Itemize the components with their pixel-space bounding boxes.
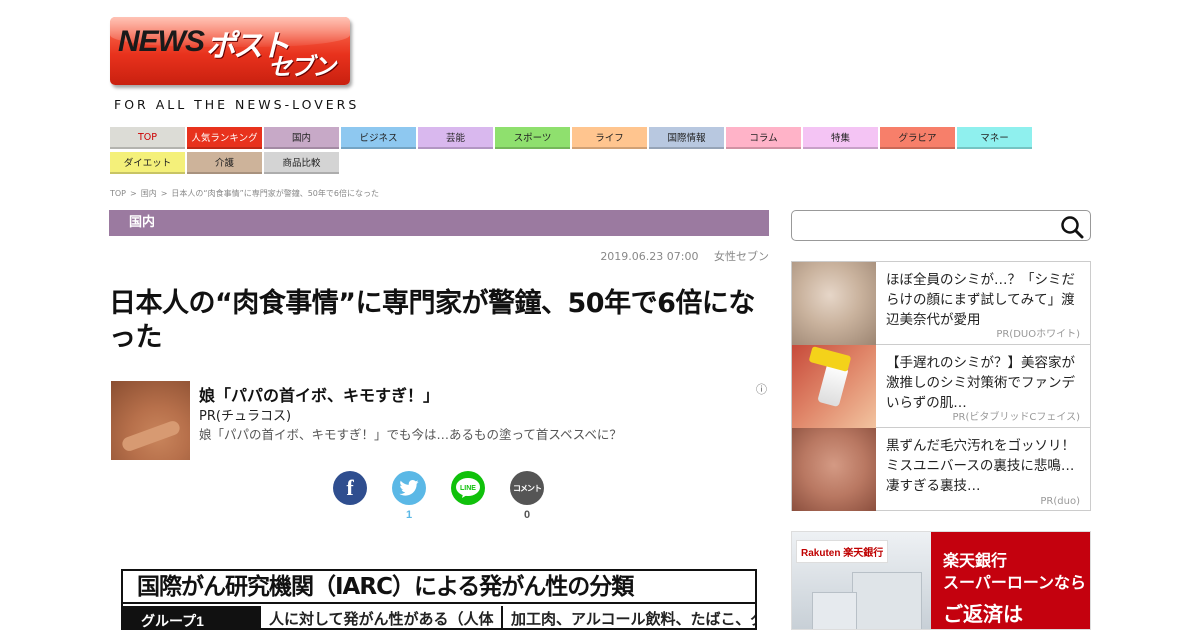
sidebar-ads: ほぼ全員のシミが…？「シミだらけの顔にまず試してみて」渡辺美奈代が愛用 PR(D… [791, 261, 1091, 511]
nav-item[interactable]: ビジネス [341, 127, 416, 149]
comment-count: 0 [523, 509, 531, 521]
article-source[interactable]: 女性セブン [714, 250, 769, 263]
sponsored-ad[interactable]: 娘「パパの首イボ、キモすぎ！」 PR(チュラコス) 娘「パパの首イボ、キモすぎ！… [111, 381, 771, 461]
ad-thumbnail[interactable] [792, 428, 876, 511]
nav-item[interactable]: 国際情報 [649, 127, 724, 149]
article-meta: 2019.06.23 07:00 女性セブン [600, 248, 769, 264]
nav-item[interactable]: 介護 [187, 152, 262, 174]
rakuten-bank-logo: Rakuten 楽天銀行 [796, 540, 889, 563]
nav-item[interactable]: 商品比較 [264, 152, 339, 174]
ad-text[interactable]: 【手遅れのシミが？】美容家が激推しのシミ対策術でファンデいらずの肌… [886, 353, 1086, 413]
line-icon-text: LINE [460, 485, 476, 492]
ad-info-icon[interactable]: ⓘ [756, 381, 767, 397]
figure-heading: 国際がん研究機関（IARC）による発がん性の分類 [123, 571, 755, 604]
share-twitter[interactable]: 1 [391, 471, 427, 521]
article-title: 日本人の“肉食事情”に専門家が警鐘、50年で6倍になった [109, 288, 755, 353]
figure-description-cell: 人に対して発がん性がある（人体 [263, 606, 503, 628]
atm-graphic [852, 572, 922, 629]
ad-sponsor: PR(ビタブリッドCフェイス) [952, 412, 1080, 423]
share-line[interactable]: LINE [450, 471, 486, 509]
nav-item[interactable]: コラム [726, 127, 801, 149]
logo-news-text: NEWS [118, 25, 205, 58]
share-facebook[interactable]: f [332, 471, 368, 509]
twitter-icon[interactable] [392, 471, 426, 505]
breadcrumb-separator: > [160, 189, 168, 198]
banner-line-1: 楽天銀行 [943, 551, 1008, 570]
site-logo[interactable]: NEWS ポスト セブン [110, 17, 350, 85]
share-comment[interactable]: コメント 0 [509, 471, 545, 521]
article-figure: 国際がん研究機関（IARC）による発がん性の分類 グループ1 人に対して発がん性… [121, 569, 757, 630]
figure-row: グループ1 人に対して発がん性がある（人体 加工肉、アルコール飲料、たばこ、ダ [123, 606, 757, 628]
nav-item[interactable]: 人気ランキング [187, 127, 262, 149]
ad-sponsor: PR(duo) [1040, 496, 1080, 507]
comment-icon[interactable]: コメント [510, 471, 544, 505]
breadcrumb-item[interactable]: TOP [110, 189, 126, 198]
share-count: 1 [405, 509, 413, 521]
search-icon[interactable] [1060, 215, 1084, 239]
ad-sponsor: PR(チュラコス) [199, 409, 292, 424]
ad-image[interactable] [111, 381, 190, 460]
nav-item[interactable]: スポーツ [495, 127, 570, 149]
sidebar-ad-item[interactable]: 黒ずんだ毛穴汚れをゴッソリ！ミスユニバースの裏技に悲鳴…凄すぎる裏技… PR(d… [792, 428, 1090, 511]
nav-item[interactable]: TOP [110, 127, 185, 149]
banner-line-2: スーパーローンなら [943, 573, 1087, 592]
banner-image: Rakuten 楽天銀行 [792, 532, 931, 629]
line-icon[interactable]: LINE [451, 471, 485, 505]
ad-thumbnail[interactable] [792, 345, 876, 428]
figure-group-cell: グループ1 [123, 606, 261, 628]
sidebar-ad-item[interactable]: 【手遅れのシミが？】美容家が激推しのシミ対策術でファンデいらずの肌… PR(ビタ… [792, 345, 1090, 428]
site-tagline: FOR ALL THE NEWS-LOVERS [114, 97, 360, 112]
article-date: 2019.06.23 07:00 [600, 250, 699, 263]
banner-line-3: ご返済は [943, 602, 1023, 626]
breadcrumb-item: 日本人の“肉食事情”に専門家が警鐘、50年で6倍になった [171, 189, 379, 198]
search-box [791, 210, 1091, 241]
category-nav: TOP 人気ランキング 国内 ビジネス 芸能 スポーツ ライフ 国際情報 コラム 特集 グラビア マネ… [110, 127, 1040, 174]
rakuten-logo-jp: 楽天銀行 [843, 548, 884, 559]
nav-item[interactable]: ダイエット [110, 152, 185, 174]
search-input[interactable] [798, 215, 1048, 237]
banner-copy: 楽天銀行 スーパーローンなら ご返済は [931, 532, 1090, 629]
nav-item[interactable]: ライフ [572, 127, 647, 149]
nav-item[interactable]: 特集 [803, 127, 878, 149]
atm-graphic [812, 592, 857, 629]
nav-item[interactable]: 国内 [264, 127, 339, 149]
ad-description[interactable]: 娘「パパの首イボ、キモすぎ！」でも今は…あるもの塗って首スベスベに？ [199, 424, 622, 443]
figure-examples-cell: 加工肉、アルコール飲料、たばこ、ダ [511, 611, 757, 628]
ad-thumbnail[interactable] [792, 262, 876, 345]
ad-text[interactable]: 黒ずんだ毛穴汚れをゴッソリ！ミスユニバースの裏技に悲鳴…凄すぎる裏技… [886, 436, 1086, 496]
facebook-icon[interactable]: f [333, 471, 367, 505]
ad-text[interactable]: ほぼ全員のシミが…？「シミだらけの顔にまず試してみて」渡辺美奈代が愛用 [886, 270, 1086, 330]
ad-sponsor: PR(DUOホワイト) [996, 329, 1080, 340]
breadcrumb-separator: > [130, 189, 137, 198]
breadcrumb: TOP > 国内 > 日本人の“肉食事情”に専門家が警鐘、50年で6倍になった [110, 188, 383, 199]
nav-item[interactable]: グラビア [880, 127, 955, 149]
nav-item[interactable]: マネー [957, 127, 1032, 149]
logo-seven-text: セブン [268, 53, 336, 81]
category-header: 国内 [109, 210, 769, 236]
rakuten-logo-en: Rakuten [801, 548, 841, 559]
ad-headline[interactable]: 娘「パパの首イボ、キモすぎ！」 [199, 382, 439, 406]
rakuten-bank-banner[interactable]: Rakuten 楽天銀行 楽天銀行 スーパーローンなら ご返済は [791, 531, 1091, 630]
nav-item[interactable]: 芸能 [418, 127, 493, 149]
breadcrumb-item[interactable]: 国内 [141, 189, 157, 198]
sidebar-ad-item[interactable]: ほぼ全員のシミが…？「シミだらけの顔にまず試してみて」渡辺美奈代が愛用 PR(D… [792, 262, 1090, 345]
